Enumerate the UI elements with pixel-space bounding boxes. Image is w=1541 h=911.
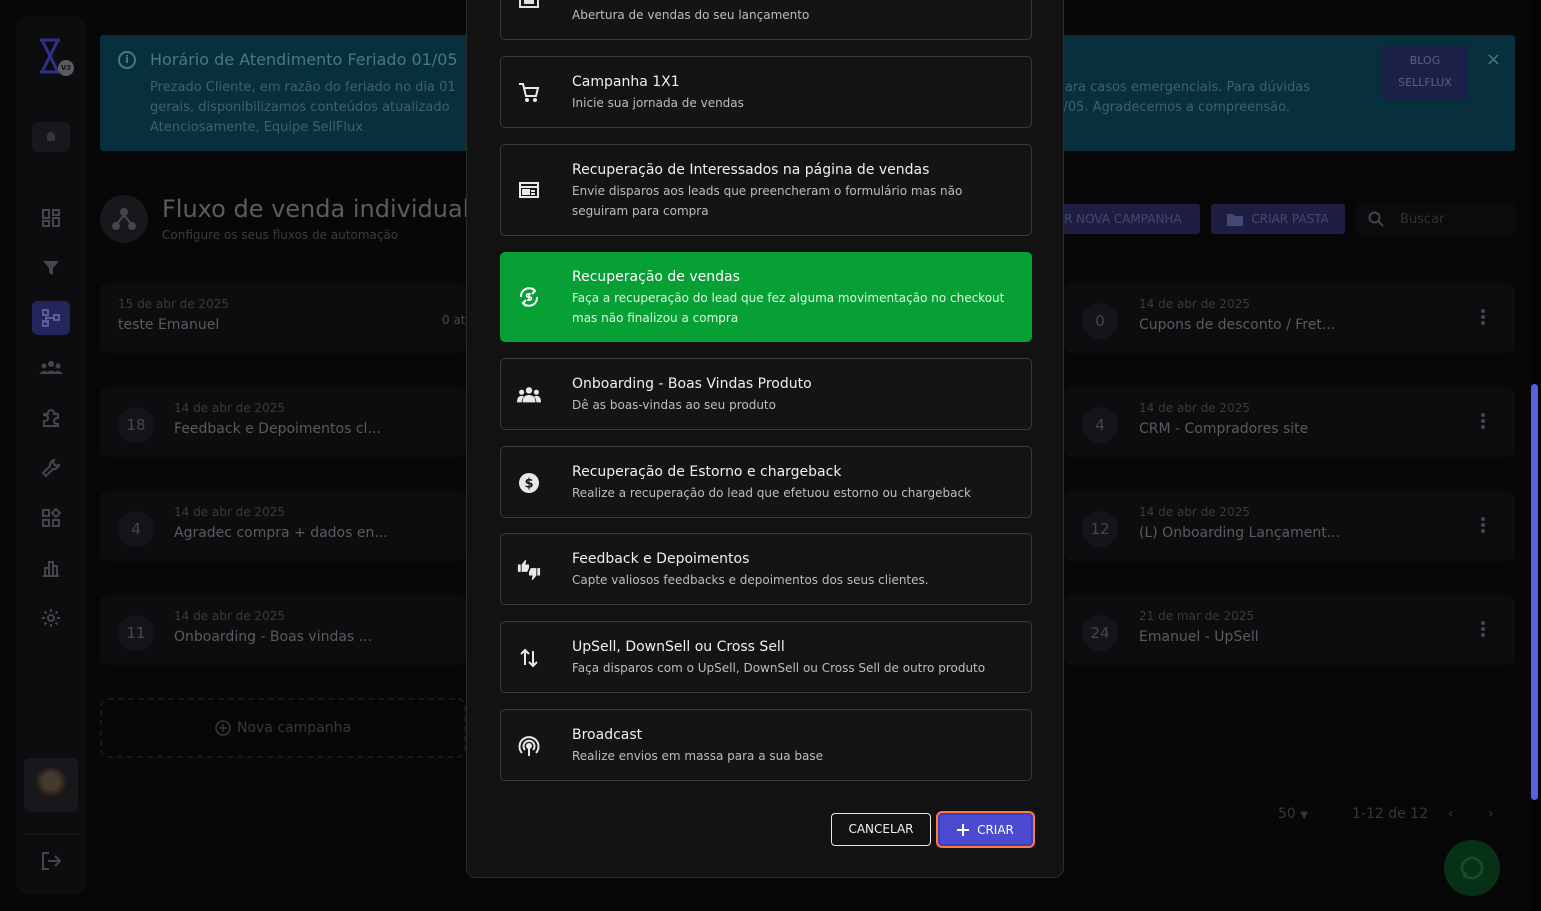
cart-icon (517, 81, 541, 105)
swap-vertical-icon (517, 646, 541, 670)
create-button-label: CRIAR (977, 822, 1014, 837)
option-description: Realize envios em massa para a sua base (572, 749, 824, 763)
create-button[interactable]: CRIAR (936, 811, 1035, 848)
option-title: Recuperação de Interessados na página de… (572, 162, 930, 178)
option-description: Faça disparos com o UpSell, DownSell ou … (572, 661, 986, 675)
thumbs-icon (517, 558, 541, 582)
group-icon (517, 383, 541, 407)
form-icon (517, 178, 541, 202)
option-description: Envie disparos aos leads que preencheram… (572, 184, 963, 218)
option-broadcast[interactable]: Broadcast Realize envios em massa para a… (500, 709, 1032, 781)
option-title: Feedback e Depoimentos (572, 551, 750, 567)
cancel-button[interactable]: CANCELAR (831, 813, 931, 846)
currency-sync-icon (517, 285, 541, 309)
option-description: Dê as boas-vindas ao seu produto (572, 398, 776, 412)
dollar-circle-icon: $ (517, 471, 541, 495)
option-description: Realize a recuperação do lead que efetuo… (572, 486, 971, 500)
option-title: Onboarding - Boas Vindas Produto (572, 376, 812, 392)
option-description: Faça a recuperação do lead que fez algum… (572, 291, 1005, 325)
option-title: Campanha 1X1 (572, 74, 680, 90)
option-description: Capte valiosos feedbacks e depoimentos d… (572, 573, 929, 587)
scrollbar-thumb[interactable] (1531, 384, 1538, 800)
option-title: UpSell, DownSell ou Cross Sell (572, 639, 785, 655)
broadcast-icon (517, 734, 541, 758)
option-title: Broadcast (572, 727, 643, 743)
plus-icon (957, 823, 970, 836)
option-recuperacao-vendas[interactable]: Recuperação de vendas Faça a recuperação… (500, 252, 1032, 342)
option-title: Recuperação de Estorno e chargeback (572, 464, 842, 480)
option-estorno-chargeback[interactable]: $ Recuperação de Estorno e chargeback Re… (500, 446, 1032, 518)
option-description: Inicie sua jornada de vendas (572, 96, 744, 110)
option-onboarding[interactable]: Onboarding - Boas Vindas Produto Dê as b… (500, 358, 1032, 430)
option-upsell[interactable]: UpSell, DownSell ou Cross Sell Faça disp… (500, 621, 1032, 693)
svg-text:$: $ (524, 477, 533, 492)
option-description: Abertura de vendas do seu lançamento (572, 8, 810, 22)
option-launch[interactable]: Abertura de vendas do seu lançamento (500, 0, 1032, 40)
option-campanha-1x1[interactable]: Campanha 1X1 Inicie sua jornada de venda… (500, 56, 1032, 128)
option-recuperacao-interessados[interactable]: Recuperação de Interessados na página de… (500, 144, 1032, 236)
app-root: V3 i Horário de Atendimento Feriado 01/0… (0, 0, 1541, 911)
calendar-icon (517, 0, 541, 12)
option-title: Recuperação de vendas (572, 269, 740, 285)
option-feedback[interactable]: Feedback e Depoimentos Capte valiosos fe… (500, 533, 1032, 605)
campaign-type-modal: Abertura de vendas do seu lançamento Cam… (466, 0, 1064, 878)
